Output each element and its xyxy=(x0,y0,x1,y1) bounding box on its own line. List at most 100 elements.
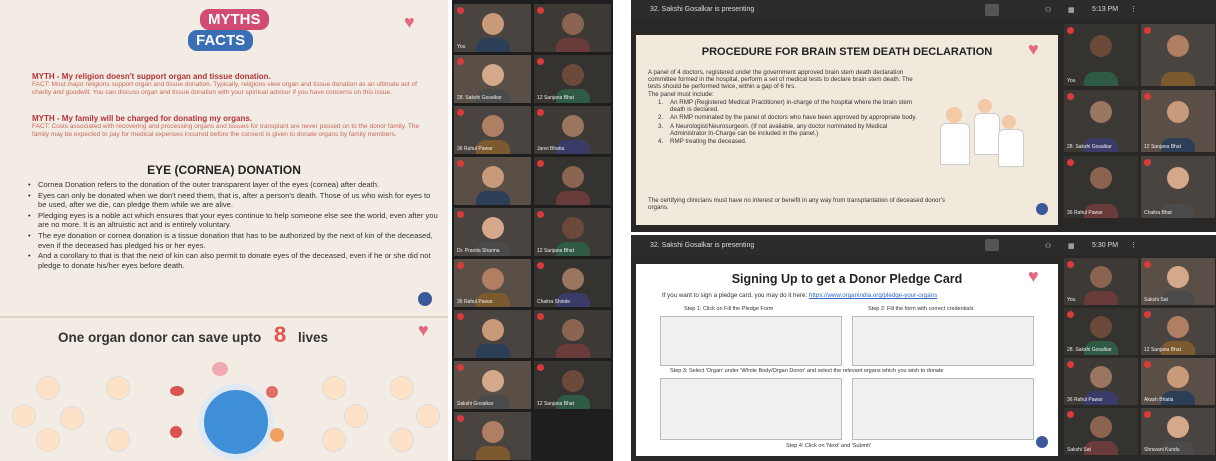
participant-tile[interactable] xyxy=(534,310,611,358)
slide-intro: If you want to sign a pledge card, you m… xyxy=(662,292,937,299)
participant-name: Chaitra Shinde xyxy=(537,299,571,305)
participant-tile[interactable]: 12 Sanjana Bhat xyxy=(534,361,611,409)
participant-face xyxy=(481,369,504,392)
kidney-icon xyxy=(170,426,182,438)
fact-text: FACT: Most major religions support organ… xyxy=(32,81,417,96)
list-item: 4. RMP treating the deceased. xyxy=(658,138,747,146)
panel-label: The panel must include: xyxy=(648,91,714,98)
person-icon xyxy=(12,404,36,428)
participant-body xyxy=(555,344,590,358)
participant-tile[interactable]: 28. Sakshi Gosalkar xyxy=(454,55,531,103)
participant-name: You xyxy=(457,44,466,50)
donor-number: 8 xyxy=(274,322,287,347)
participant-tile[interactable]: Sakshi Sat xyxy=(1064,408,1138,455)
participant-tile[interactable]: Akash Bhatia xyxy=(1141,358,1215,405)
participant-face xyxy=(561,369,584,392)
participant-tile[interactable]: You xyxy=(1064,258,1138,305)
presenting-status: 32. Sakshi Gosalkar is presenting xyxy=(650,242,755,249)
participant-tile[interactable] xyxy=(534,157,611,205)
participant-name: 36 Rahul Pawar xyxy=(1067,397,1103,403)
participant-tile[interactable]: Dr. Pranita Sharma xyxy=(454,208,531,256)
muted-indicator-icon xyxy=(457,313,464,320)
person-icon xyxy=(106,428,130,452)
participant-face xyxy=(481,267,504,290)
pledge-link[interactable]: https://www.organindia.org/pledge-your-o… xyxy=(809,292,937,299)
participant-tile[interactable] xyxy=(534,4,611,52)
person-icon xyxy=(322,376,346,400)
participant-name: 12 Sanjana Bhat xyxy=(537,95,574,101)
participant-name: 36 Rahul Pawar xyxy=(457,146,493,152)
participant-body xyxy=(555,38,590,52)
participant-tile[interactable]: 28. Sakshi Gosalkar xyxy=(1064,308,1138,355)
participant-body xyxy=(475,344,510,358)
participant-tile[interactable] xyxy=(454,412,531,460)
participant-face xyxy=(481,114,504,137)
participant-tile[interactable]: 36 Rahul Pawar xyxy=(1064,358,1138,405)
logo-icon xyxy=(1036,203,1048,215)
muted-indicator-icon xyxy=(1067,27,1074,34)
participant-tile[interactable]: Shravani Kundu xyxy=(1141,408,1215,455)
participant-tile[interactable]: 36 Rahul Pawar xyxy=(1064,156,1138,218)
participant-face xyxy=(1090,101,1112,124)
participant-name: Sakshi Sat xyxy=(1144,297,1168,303)
participant-name: Chaitra Bhat xyxy=(1144,210,1172,216)
participant-name: You xyxy=(1067,297,1076,303)
participant-face xyxy=(561,165,584,188)
participant-tile[interactable]: 36 Rahul Pawar xyxy=(454,106,531,154)
participant-tile[interactable] xyxy=(454,157,531,205)
participant-tile[interactable] xyxy=(454,310,531,358)
people-icon[interactable]: ⚇ xyxy=(1045,6,1051,14)
bullet-item: Eyes can only be donated when we don't n… xyxy=(28,191,438,210)
participant-tile[interactable]: 12 Sanjana Bhat xyxy=(1141,90,1215,152)
donor-lives: lives xyxy=(298,330,329,345)
participant-face xyxy=(1090,416,1112,439)
muted-indicator-icon xyxy=(537,211,544,218)
participant-tile[interactable]: Chaitra Shinde xyxy=(534,259,611,307)
people-icon[interactable]: ⚇ xyxy=(1045,242,1051,250)
participant-tile[interactable]: Janvi Bhatia xyxy=(534,106,611,154)
participant-body xyxy=(475,446,510,460)
bullet-item: And a corollary to that is that the next… xyxy=(28,251,438,270)
more-icon[interactable]: ⋮ xyxy=(1130,5,1137,13)
participant-tile[interactable]: Sakshi Sat xyxy=(1141,258,1215,305)
participant-tile[interactable]: You xyxy=(454,4,531,52)
muted-indicator-icon xyxy=(1144,159,1151,166)
participant-tile[interactable]: 12 Sanjana Bhat xyxy=(534,55,611,103)
participant-face xyxy=(481,318,504,341)
muted-indicator-icon xyxy=(1144,93,1151,100)
participant-tile[interactable]: Sakshi Gosalkar xyxy=(454,361,531,409)
slide-title: PROCEDURE FOR BRAIN STEM DEATH DECLARATI… xyxy=(701,46,993,58)
participant-body xyxy=(1084,72,1118,86)
participant-tile[interactable] xyxy=(1141,24,1215,86)
more-icon[interactable]: ⋮ xyxy=(1130,241,1137,249)
step-2-screenshot xyxy=(852,316,1034,366)
grid-icon[interactable]: ▦ xyxy=(1068,242,1075,250)
participant-name: Dr. Pranita Sharma xyxy=(457,248,500,254)
muted-indicator-icon xyxy=(537,7,544,14)
muted-indicator-icon xyxy=(457,7,464,14)
participant-tile[interactable]: Chaitra Bhat xyxy=(1141,156,1215,218)
participant-face xyxy=(561,114,584,137)
logo-icon xyxy=(1036,436,1048,448)
clock-time: 5:13 PM xyxy=(1092,6,1119,13)
participant-tile[interactable]: 28. Sakshi Gosalkar xyxy=(1064,90,1138,152)
participant-tile[interactable]: 12 Sanjana Bhat xyxy=(534,208,611,256)
participant-name: 28. Sakshi Gosalkar xyxy=(1067,347,1112,353)
participant-tile[interactable]: 12 Sanjana Bhat xyxy=(1141,308,1215,355)
participant-face xyxy=(1167,316,1189,339)
participant-face xyxy=(1167,416,1189,439)
muted-indicator-icon xyxy=(457,160,464,167)
grid-icon[interactable]: ▦ xyxy=(1068,6,1075,14)
muted-indicator-icon xyxy=(1067,311,1074,318)
participant-name: Shravani Kundu xyxy=(1144,447,1180,453)
participant-tile[interactable]: 36 Rahul Pawar xyxy=(454,259,531,307)
muted-indicator-icon xyxy=(457,58,464,65)
person-icon xyxy=(60,406,84,430)
slide-intro: A panel of 4 doctors, registered under t… xyxy=(648,69,913,91)
participant-name: 36 Rahul Pawar xyxy=(457,299,493,305)
step-1-screenshot xyxy=(660,316,842,366)
step-3b-screenshot xyxy=(852,378,1034,440)
heart-icon: ♥ xyxy=(418,320,429,340)
participant-tile[interactable]: You xyxy=(1064,24,1138,86)
presenter-avatar xyxy=(985,4,999,16)
